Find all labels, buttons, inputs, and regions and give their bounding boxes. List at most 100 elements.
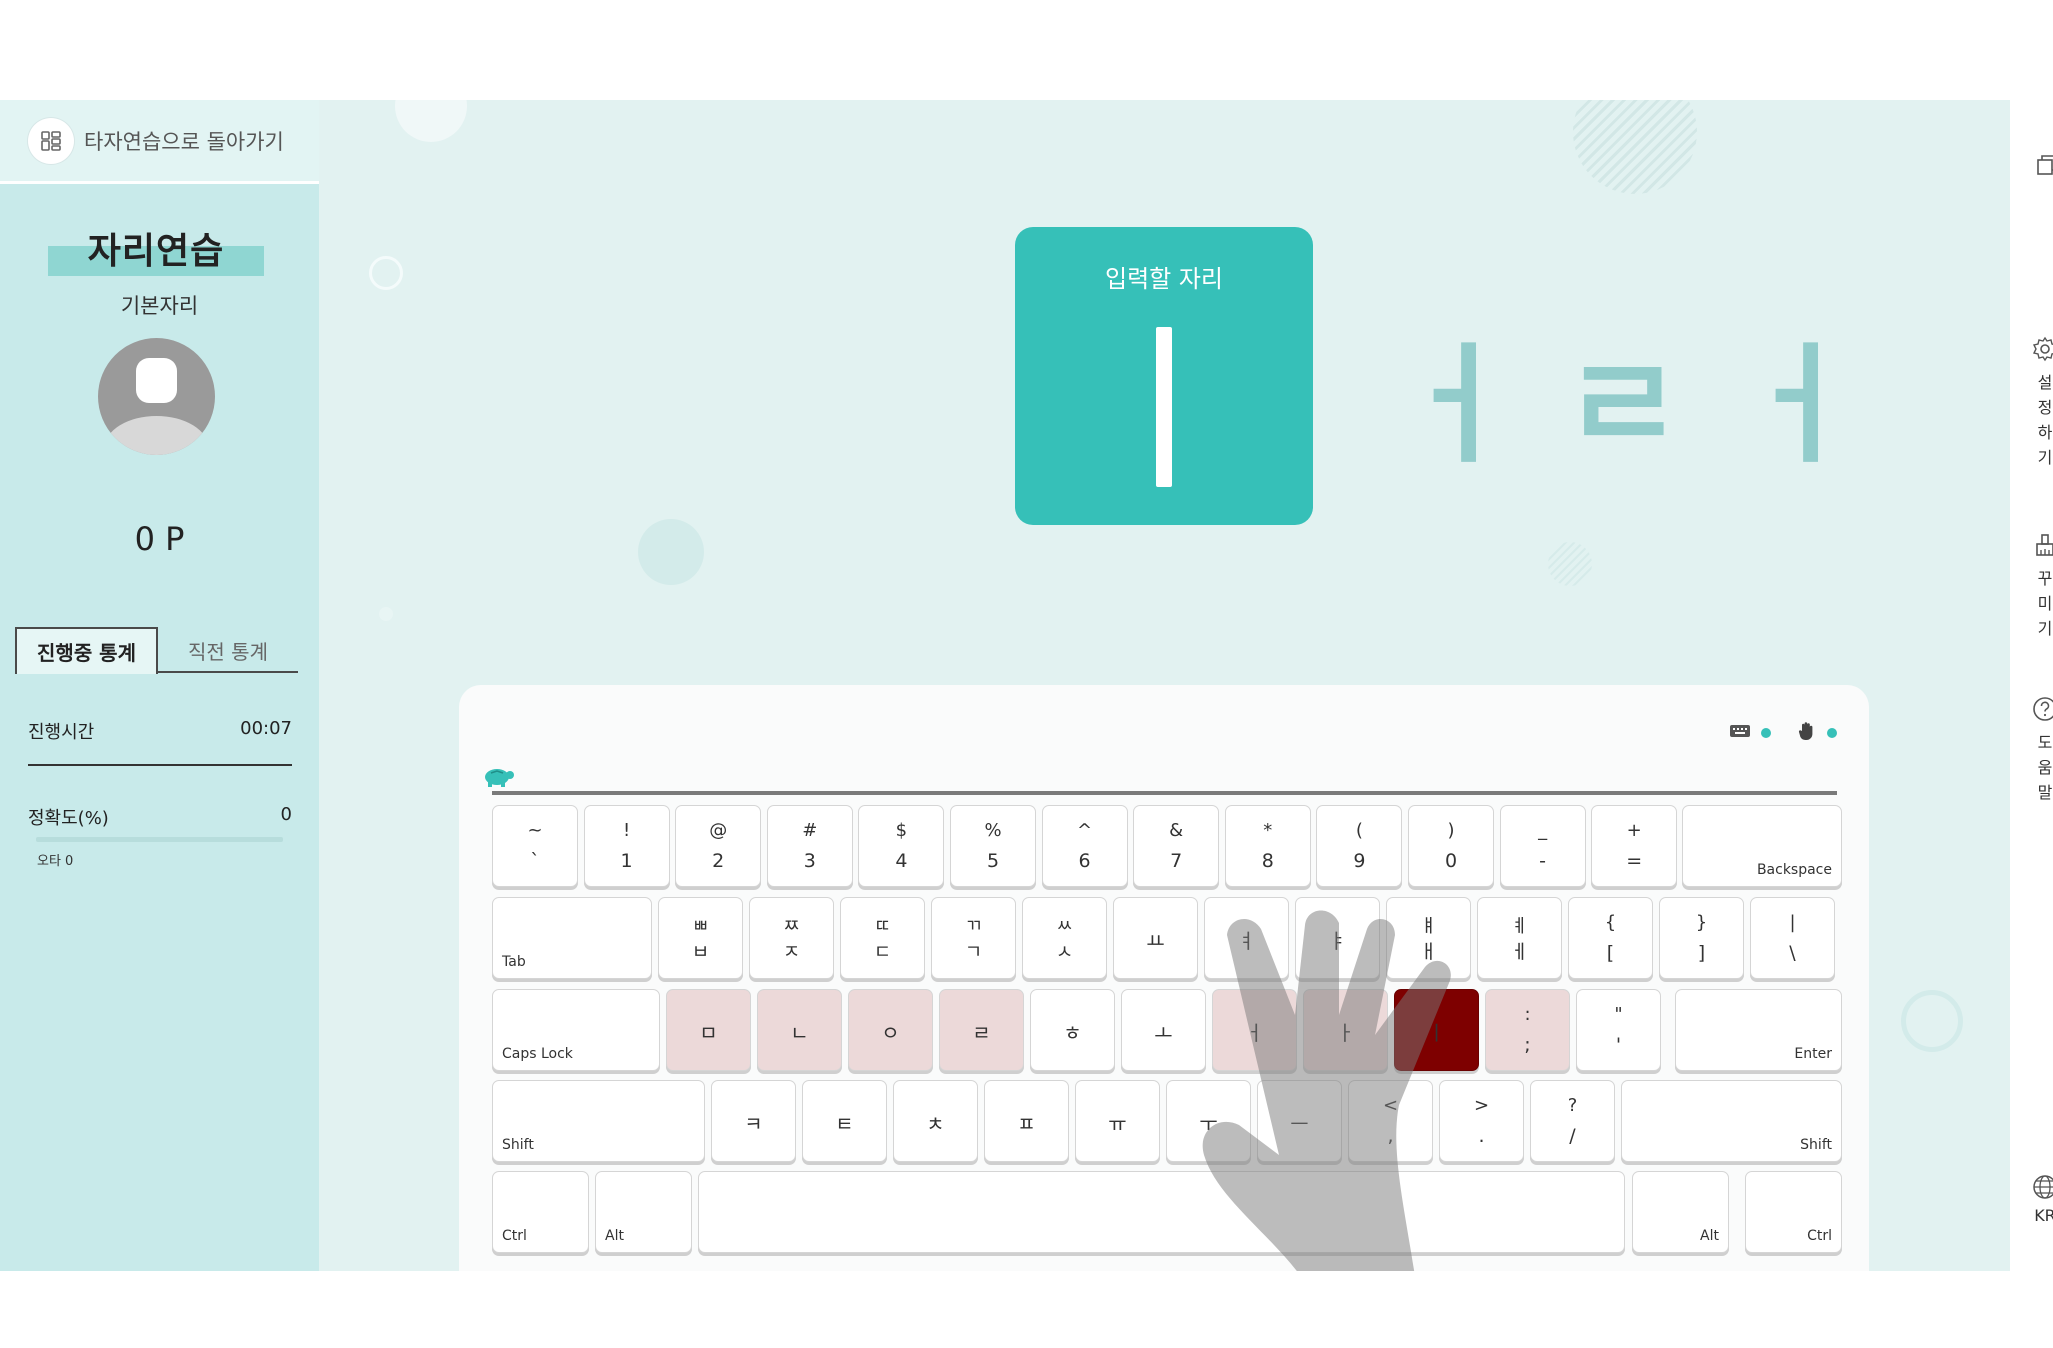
key[interactable]: % 5	[950, 805, 1036, 887]
key[interactable]: ~ `	[492, 805, 578, 887]
key-label: ㅈ	[782, 941, 801, 963]
key-space[interactable]	[698, 1171, 1625, 1253]
key-label: ㅗ	[1154, 1021, 1173, 1045]
key[interactable]: | \	[1750, 897, 1835, 979]
key-backspace[interactable]: Backspace	[1682, 805, 1842, 887]
keyboard-toggle-icon[interactable]	[1729, 723, 1751, 743]
help-button[interactable]: 도 움 말	[2030, 696, 2053, 805]
decor-circle	[638, 519, 704, 585]
key-label: 5	[986, 850, 1000, 872]
key[interactable]: ㅃㅂ	[658, 897, 743, 979]
key-label: >	[1473, 1095, 1490, 1116]
key[interactable]: ㅑ	[1295, 897, 1380, 979]
target-char	[1156, 327, 1172, 487]
typo-count: 오타 0	[37, 854, 74, 869]
key-label: Tab	[502, 954, 526, 970]
key-capslock[interactable]: Caps Lock	[492, 989, 660, 1071]
gear-icon	[2032, 336, 2053, 366]
key[interactable]: #3	[766, 805, 853, 887]
key[interactable]: " '	[1576, 989, 1661, 1071]
key[interactable]: ㅆㅅ	[1022, 897, 1107, 979]
key-label: Alt	[1700, 1228, 1719, 1244]
key[interactable]: {[	[1568, 897, 1653, 979]
key[interactable]: >.	[1439, 1080, 1524, 1162]
key[interactable]: @2	[675, 805, 762, 887]
key[interactable]: ㅖㅔ	[1477, 897, 1562, 979]
key-label: |	[1789, 912, 1796, 933]
key-label: ㅆ	[1056, 916, 1073, 937]
tab-previous-stats[interactable]: 직전 통계	[158, 627, 298, 673]
key[interactable]: ㅍ	[984, 1080, 1069, 1162]
key[interactable]: ㅋ	[711, 1080, 796, 1162]
key[interactable]: + =	[1591, 805, 1678, 887]
key[interactable]: ㅕ	[1204, 897, 1289, 979]
key[interactable]: ㅁ	[666, 989, 751, 1071]
key[interactable]: ㅒㅐ	[1386, 897, 1471, 979]
back-to-typing-button[interactable]: 타자연습으로 돌아가기	[0, 100, 319, 184]
key[interactable]: <,	[1348, 1080, 1433, 1162]
key[interactable]: * 8	[1224, 805, 1311, 887]
right-rail: 설 정 하 기 꾸 미 기 도 움 말 KR	[2010, 100, 2053, 1271]
key[interactable]: $4	[858, 805, 945, 887]
key[interactable]: ㅛ	[1113, 897, 1198, 979]
key-shift-right[interactable]: Shift	[1621, 1080, 1842, 1162]
window-icon[interactable]	[2036, 154, 2053, 180]
hand-on-dot	[1827, 728, 1837, 738]
points-value: 0 P	[134, 520, 185, 558]
key-label: ㅔ	[1510, 941, 1529, 963]
key[interactable]: ^ 6	[1041, 805, 1128, 887]
key[interactable]: ㅠ	[1075, 1080, 1160, 1162]
key-ctrl-right[interactable]: Ctrl	[1745, 1171, 1842, 1253]
key-label: ㅖ	[1511, 916, 1528, 937]
tab-current-stats[interactable]: 진행중 통계	[15, 627, 158, 674]
key[interactable]: ㅡ	[1257, 1080, 1342, 1162]
language-button[interactable]: KR	[2030, 1174, 2053, 1225]
key[interactable]: ㅌ	[802, 1080, 887, 1162]
target-card: 입력할 자리	[1015, 227, 1313, 525]
key-tab[interactable]: Tab	[492, 897, 652, 979]
brush-icon	[2032, 532, 2053, 562]
help-char: 도	[2037, 733, 2053, 752]
key[interactable]: ㄲㄱ	[931, 897, 1016, 979]
key[interactable]: ㅊ	[893, 1080, 978, 1162]
hand-toggle-icon[interactable]	[1797, 721, 1817, 745]
key[interactable]: ㄸㄷ	[840, 897, 925, 979]
key-label: ㅂ	[691, 941, 710, 963]
key[interactable]: :;	[1485, 989, 1570, 1071]
key[interactable]: ㅜ	[1166, 1080, 1251, 1162]
key-label: 2	[712, 850, 725, 872]
decor-ring	[1901, 990, 1963, 1052]
key-label: _	[1538, 820, 1548, 841]
key[interactable]: ㅓ	[1212, 989, 1297, 1071]
decorate-button[interactable]: 꾸 미 기	[2030, 532, 2053, 641]
key[interactable]: (9	[1316, 805, 1403, 887]
key[interactable]: ) 0	[1408, 805, 1494, 887]
key[interactable]: ㅉㅈ	[749, 897, 834, 979]
key-enter[interactable]: Enter	[1675, 989, 1842, 1071]
key[interactable]: ? /	[1530, 1080, 1615, 1162]
key-shift-left[interactable]: Shift	[492, 1080, 705, 1162]
key[interactable]: ㅗ	[1121, 989, 1206, 1071]
key[interactable]: ㄴ	[757, 989, 842, 1071]
key-alt-left[interactable]: Alt	[595, 1171, 692, 1253]
key-label: ㅉ	[783, 916, 800, 937]
key-alt-right[interactable]: Alt	[1632, 1171, 1729, 1253]
key-label: ㄸ	[874, 916, 891, 937]
key[interactable]: ! 1	[583, 805, 670, 887]
key[interactable]: _ -	[1499, 805, 1586, 887]
key[interactable]: ㅇ	[848, 989, 933, 1071]
key-target[interactable]: ㅣ	[1394, 989, 1479, 1071]
key[interactable]: & 7	[1133, 805, 1220, 887]
key[interactable]: ㄹ	[939, 989, 1024, 1071]
key-label: ㄲ	[965, 916, 982, 937]
key[interactable]: }]	[1659, 897, 1744, 979]
settings-button[interactable]: 설 정 하 기	[2030, 336, 2053, 470]
key-ctrl-left[interactable]: Ctrl	[492, 1171, 589, 1253]
key-label: )	[1447, 820, 1455, 841]
key[interactable]: ㅏ	[1303, 989, 1388, 1071]
key-label: ,	[1387, 1125, 1394, 1147]
sidebar: 타자연습으로 돌아가기 자리연습 기본자리 0 P 진행중 통계 직전 통계 진…	[0, 100, 319, 1271]
key[interactable]: ㅎ	[1030, 989, 1115, 1071]
accuracy-label: 정확도(%)	[28, 808, 109, 829]
key-label: Ctrl	[1807, 1228, 1832, 1244]
